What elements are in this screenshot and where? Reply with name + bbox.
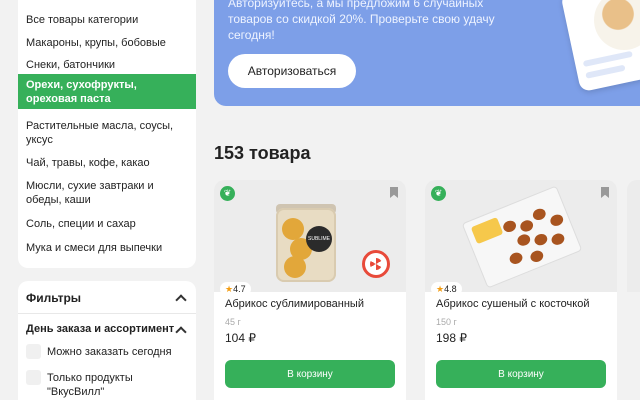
rating-badge: ★4.7 bbox=[220, 282, 251, 296]
category-list: Все товары категории Макароны, крупы, бо… bbox=[18, 0, 196, 268]
category-item-all[interactable]: Все товары категории bbox=[18, 10, 196, 30]
leaf-icon: ❦ bbox=[431, 186, 446, 201]
product-count-title: 153 товара bbox=[214, 143, 311, 163]
divider bbox=[18, 313, 196, 314]
product-image[interactable]: SUBLIME bbox=[214, 180, 406, 292]
category-item-tea[interactable]: Чай, травы, кофе, какао bbox=[18, 153, 196, 173]
filter-section-title: День заказа и ассортимент bbox=[26, 323, 175, 335]
add-to-cart-button[interactable]: В корзину bbox=[436, 360, 606, 388]
product-weight: 45 г bbox=[225, 317, 241, 327]
checkbox-order-today[interactable] bbox=[26, 344, 41, 359]
category-item-oils[interactable]: Растительные масла, соусы, уксус bbox=[18, 119, 196, 149]
product-card[interactable]: ❦ ★4.8 Абрикос сушеный с косточкой 150 г… bbox=[425, 180, 617, 400]
banner-text: Авторизуйтесь, а мы предложим 6 случайны… bbox=[228, 0, 495, 42]
checkbox-label: Только продукты "ВкусВилл" bbox=[47, 372, 133, 398]
chevron-up-icon[interactable] bbox=[175, 294, 187, 306]
add-to-cart-button[interactable]: В корзину bbox=[225, 360, 395, 388]
radura-icon bbox=[362, 250, 390, 278]
leaf-icon: ❦ bbox=[220, 186, 235, 201]
product-card[interactable]: SUBLIME ❦ ★4.7 Абрикос сублимированный 4… bbox=[214, 180, 406, 400]
category-item-pasta[interactable]: Макароны, крупы, бобовые bbox=[18, 33, 196, 53]
category-item-snacks[interactable]: Снеки, батончики bbox=[18, 55, 196, 75]
filters-title: Фильтры bbox=[26, 291, 82, 305]
product-name[interactable]: Абрикос сублимированный bbox=[225, 298, 400, 310]
rating-badge: ★4.8 bbox=[431, 282, 462, 296]
category-item-muesli[interactable]: Мюсли, сухие завтраки и обеды, каши bbox=[18, 179, 196, 209]
product-name[interactable]: Абрикос сушеный с косточкой bbox=[436, 298, 611, 310]
product-image[interactable] bbox=[425, 180, 617, 292]
product-price: 198 ₽ bbox=[436, 331, 467, 345]
filters-panel: Фильтры День заказа и ассортимент Можно … bbox=[18, 281, 196, 400]
promo-banner: Авторизуйтесь, а мы предложим 6 случайны… bbox=[214, 0, 640, 106]
product-weight: 150 г bbox=[436, 317, 457, 327]
category-item-salt[interactable]: Соль, специи и сахар bbox=[18, 214, 196, 234]
category-item-nuts-active[interactable]: Орехи, сухофрукты, ореховая паста bbox=[18, 74, 196, 109]
category-item-flour[interactable]: Мука и смеси для выпечки bbox=[18, 238, 196, 258]
next-product-card-edge bbox=[627, 180, 640, 292]
checkbox-vkusvill-only[interactable] bbox=[26, 370, 41, 385]
checkbox-label: Можно заказать сегодня bbox=[47, 346, 172, 358]
authorize-button[interactable]: Авторизоваться bbox=[228, 54, 356, 88]
product-price: 104 ₽ bbox=[225, 331, 256, 345]
chevron-up-icon[interactable] bbox=[175, 326, 187, 338]
star-icon: ★ bbox=[436, 284, 445, 294]
star-icon: ★ bbox=[225, 284, 234, 294]
jar-brand-label: SUBLIME bbox=[306, 226, 332, 252]
